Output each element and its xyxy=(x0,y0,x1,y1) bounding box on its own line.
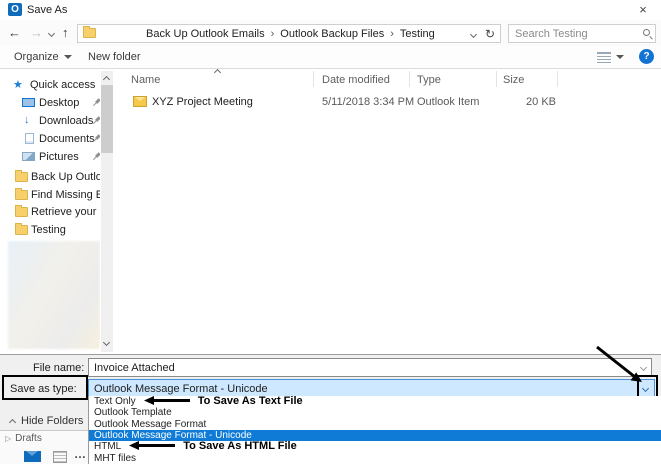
history-dropdown-icon[interactable] xyxy=(47,29,56,38)
option-text-only[interactable]: Text Only To Save As Text File xyxy=(89,395,661,408)
chevron-down-icon xyxy=(63,55,72,60)
breadcrumb: Back Up Outlook Emails › Outlook Backup Fi… xyxy=(146,28,435,40)
annotation-arrow-left xyxy=(129,441,176,451)
desktop-icon xyxy=(22,98,35,107)
change-view-button[interactable] xyxy=(597,51,624,63)
scroll-up-icon[interactable] xyxy=(102,75,111,84)
address-bar[interactable]: Back Up Outlook Emails › Outlook Backup Fi… xyxy=(77,24,501,43)
blurred-region xyxy=(8,241,100,349)
address-dropdown-icon[interactable] xyxy=(469,30,478,39)
chevron-up-icon xyxy=(8,418,17,427)
sidebar-item-quick-access[interactable]: ★ Quick access xyxy=(0,76,100,94)
up-button[interactable]: ↑ xyxy=(62,25,69,40)
drafts-folder-item[interactable]: ▷ Drafts xyxy=(5,433,42,444)
sidebar-item-find-missing[interactable]: Find Missing Em xyxy=(0,186,100,204)
annotation-box-label xyxy=(2,375,88,400)
column-header-size[interactable]: Size xyxy=(503,74,524,86)
date-modified-cell: 5/11/2018 3:34 PM xyxy=(322,96,415,108)
new-folder-button[interactable]: New folder xyxy=(88,51,141,63)
calendar-icon[interactable] xyxy=(53,451,67,463)
navigation-bar: ← → ↑ Back Up Outlook Emails › Outlook Bac… xyxy=(0,20,661,46)
sidebar-item-pictures[interactable]: Pictures xyxy=(0,148,100,166)
option-outlook-message-format-unicode[interactable]: Outlook Message Format - Unicode xyxy=(89,429,661,442)
window-title: Save As xyxy=(27,4,68,16)
sidebar-item-desktop[interactable]: Desktop xyxy=(0,94,100,112)
breadcrumb-separator: › xyxy=(270,28,275,40)
list-view-icon xyxy=(597,51,611,63)
breadcrumb-segment[interactable]: Back Up Outlook Emails xyxy=(146,28,265,40)
folder-icon xyxy=(83,26,96,38)
help-button[interactable]: ? xyxy=(639,49,654,64)
folder-icon xyxy=(15,188,28,200)
search-icon xyxy=(643,29,650,36)
hide-folders-button[interactable]: Hide Folders xyxy=(8,415,83,427)
folder-icon xyxy=(15,170,28,182)
forward-button[interactable]: → xyxy=(30,25,43,40)
sidebar-item-testing[interactable]: Testing xyxy=(0,221,100,239)
scrollbar-thumb[interactable] xyxy=(101,85,113,153)
breadcrumb-separator: › xyxy=(390,28,394,40)
option-html[interactable]: HTML To Save As HTML File xyxy=(89,440,661,453)
outlook-background-pane: ▷ Drafts … xyxy=(0,430,88,464)
file-name-cell: XYZ Project Meeting xyxy=(152,96,253,108)
pin-icon xyxy=(90,96,100,109)
option-outlook-template[interactable]: Outlook Template xyxy=(89,407,661,418)
more-icon[interactable]: … xyxy=(74,447,86,461)
file-name-input[interactable] xyxy=(88,358,652,377)
column-header-date-modified[interactable]: Date modified xyxy=(322,74,390,86)
option-outlook-message-format[interactable]: Outlook Message Format xyxy=(89,419,661,430)
file-name-label: File name: xyxy=(33,362,85,374)
save-as-dialog: O Save As × ← → ↑ Back Up Outlook Emails… xyxy=(0,0,661,464)
sidebar-scrollbar[interactable] xyxy=(101,71,113,352)
folder-icon xyxy=(15,223,28,235)
outlook-app-icon: O xyxy=(8,3,22,16)
search-box xyxy=(508,24,656,43)
size-cell: 20 KB xyxy=(526,96,556,108)
save-as-type-options-list: Text Only To Save As Text File Outlook Te… xyxy=(88,395,661,464)
pin-icon xyxy=(90,150,100,163)
folder-icon xyxy=(15,205,28,217)
breadcrumb-segment[interactable]: Outlook Backup Files xyxy=(280,28,384,40)
toolbar: Organize New folder ? xyxy=(0,46,661,69)
annotation-text: To Save As HTML File xyxy=(183,440,297,453)
scroll-down-icon[interactable] xyxy=(102,338,111,347)
save-as-type-value: Outlook Message Format - Unicode xyxy=(94,383,268,395)
file-list: Name Date modified Type Size XYZ Project… xyxy=(118,68,661,354)
sidebar-item-retrieve[interactable]: Retrieve your De xyxy=(0,203,100,221)
option-mht-files[interactable]: MHT files xyxy=(89,453,661,464)
sidebar-item-downloads[interactable]: ↓ Downloads xyxy=(0,112,100,130)
annotation-arrow-left xyxy=(143,396,190,405)
sort-ascending-icon xyxy=(213,68,222,77)
annotation-arrow-diagonal xyxy=(596,345,642,382)
pictures-icon xyxy=(22,152,35,161)
main-area: ★ Quick access Desktop ↓ Downloads Docum… xyxy=(0,68,661,354)
breadcrumb-segment[interactable]: Testing xyxy=(400,28,435,40)
column-header-type[interactable]: Type xyxy=(417,74,441,86)
search-input[interactable] xyxy=(509,25,655,42)
navigation-pane: ★ Quick access Desktop ↓ Downloads Docum… xyxy=(0,69,100,354)
chevron-down-icon xyxy=(616,55,624,60)
quick-access-icon: ★ xyxy=(13,79,23,91)
downloads-icon: ↓ xyxy=(24,114,30,126)
type-cell: Outlook Item xyxy=(417,96,480,108)
document-icon xyxy=(25,133,34,144)
close-icon[interactable]: × xyxy=(633,1,653,18)
annotation-text: To Save As Text File xyxy=(197,395,303,408)
table-row[interactable]: XYZ Project Meeting 5/11/2018 3:34 PM Ou… xyxy=(118,93,661,111)
expander-icon: ▷ xyxy=(5,434,12,443)
column-header-name[interactable]: Name xyxy=(131,74,160,86)
refresh-icon[interactable]: ↻ xyxy=(485,27,495,41)
title-bar: O Save As × xyxy=(0,0,661,20)
organize-button[interactable]: Organize xyxy=(14,51,72,63)
mail-icon[interactable] xyxy=(24,451,41,462)
back-button[interactable]: ← xyxy=(8,25,21,40)
outlook-item-icon xyxy=(133,96,147,107)
sidebar-item-documents[interactable]: Documents xyxy=(0,130,100,148)
sidebar-item-back-up-outlook[interactable]: Back Up Outlook xyxy=(0,168,100,186)
